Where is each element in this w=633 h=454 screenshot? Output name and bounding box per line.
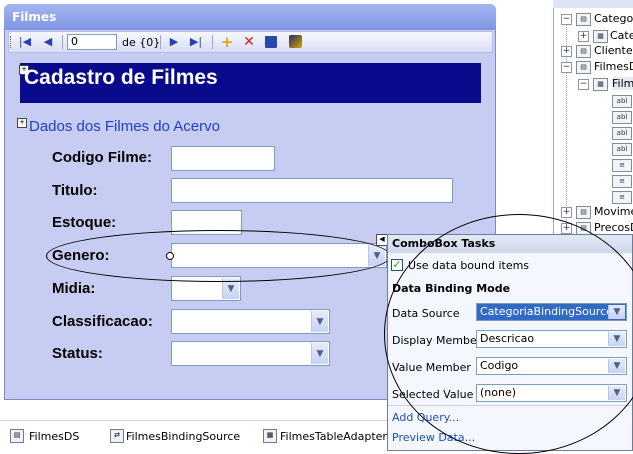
midia-label: Midia: (52, 280, 96, 297)
toolbar-separator (160, 35, 161, 49)
combobox-field-icon[interactable]: ≡ (612, 175, 632, 188)
combobox-field-icon[interactable]: ≡ (612, 159, 632, 172)
estoque-label: Estoque: (52, 214, 117, 231)
tree-item[interactable]: Cate (610, 29, 633, 42)
move-last-icon[interactable]: ▶| (188, 34, 204, 50)
classificacao-combobox[interactable]: ▼ (171, 309, 330, 334)
chevron-down-icon[interactable]: ▼ (311, 343, 328, 364)
toolbar-separator (212, 35, 213, 49)
section-title: Dados dos Filmes do Acervo (29, 118, 220, 135)
dataset-icon: ▤ (576, 61, 591, 74)
use-data-bound-items-checkbox[interactable]: ✓ (391, 259, 403, 271)
dataset-icon: ▤ (10, 429, 24, 443)
tree-item[interactable]: Movimer (594, 205, 633, 218)
toolbar-separator (62, 35, 63, 49)
move-first-icon[interactable]: |◀ (17, 34, 33, 50)
binding-source-icon: ⇄ (110, 429, 124, 443)
tree-item[interactable]: Filme (612, 77, 633, 90)
collapse-icon[interactable]: − (578, 79, 589, 90)
move-next-icon[interactable]: ▶ (166, 34, 182, 50)
delete-icon[interactable]: ✕ (241, 34, 257, 50)
tree-item[interactable]: ClienteD (594, 44, 633, 57)
collapse-icon[interactable]: − (561, 62, 572, 73)
chevron-down-icon[interactable]: ▼ (311, 311, 328, 332)
titulo-input[interactable] (171, 178, 453, 203)
textbox-field-icon[interactable]: abl (612, 127, 632, 140)
form-titlebar[interactable] (4, 4, 496, 30)
toolbar-grip (10, 36, 14, 48)
textbox-field-icon[interactable]: abl (612, 95, 632, 108)
count-label: de {0} (122, 36, 161, 49)
tree-item[interactable]: FilmesDS (594, 60, 633, 73)
expand-icon[interactable]: + (561, 46, 572, 57)
expand-icon[interactable]: + (561, 207, 572, 218)
position-input[interactable]: 0 (67, 34, 117, 50)
textbox-field-icon[interactable]: abl (612, 111, 632, 124)
collapse-icon[interactable]: − (561, 14, 572, 25)
tray-item-filmestableadapter[interactable]: FilmesTableAdapter (280, 430, 387, 443)
dataset-icon: ▤ (576, 206, 591, 219)
selection-handle[interactable] (166, 252, 174, 260)
save-icon[interactable] (263, 34, 279, 50)
annotation-ellipse (46, 230, 391, 282)
tray-item-filmesds[interactable]: FilmesDS (29, 430, 79, 443)
header-title: Cadastro de Filmes (24, 66, 218, 89)
classificacao-label: Classificacao: (52, 313, 153, 330)
tree-item[interactable]: Categor (594, 12, 633, 25)
status-label: Status: (52, 345, 103, 362)
table-icon: ▦ (593, 78, 608, 91)
add-new-icon[interactable]: + (219, 34, 235, 50)
titulo-label: Titulo: (52, 182, 98, 199)
anchor-icon: + (17, 118, 27, 128)
dataset-icon: ▤ (576, 45, 591, 58)
move-previous-icon[interactable]: ◀ (40, 34, 56, 50)
status-combobox[interactable]: ▼ (171, 341, 330, 366)
textbox-field-icon[interactable]: abl (612, 143, 632, 156)
form-title: Filmes (12, 10, 57, 24)
tray-item-filmesbindingsource[interactable]: FilmesBindingSource (126, 430, 240, 443)
table-adapter-icon: ▦ (263, 429, 277, 443)
tree-item[interactable]: PrecosD (594, 221, 633, 234)
data-sources-toolbar (553, 0, 633, 8)
codigo-filme-label: Codigo Filme: (52, 149, 152, 166)
codigo-filme-input[interactable] (171, 146, 275, 171)
component-icon[interactable] (288, 34, 304, 50)
dataset-icon: ▤ (576, 13, 591, 26)
combobox-field-icon[interactable]: ≡ (612, 191, 632, 204)
table-icon: ▦ (593, 30, 608, 43)
expand-icon[interactable]: + (578, 31, 589, 42)
